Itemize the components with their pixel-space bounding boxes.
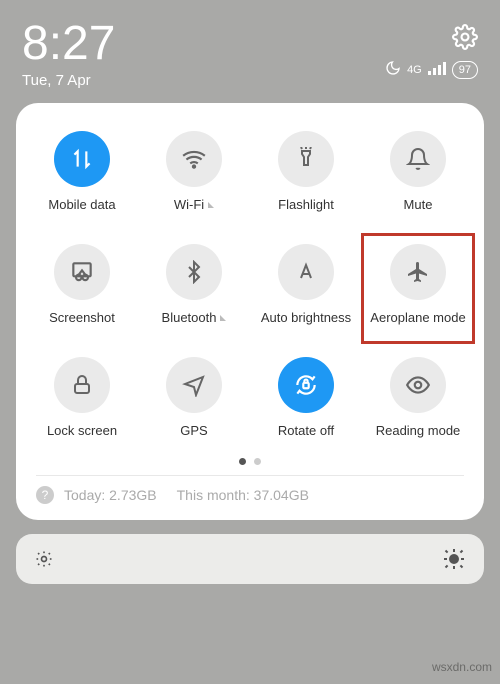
- tile-aeroplane-mode[interactable]: Aeroplane mode: [362, 234, 474, 343]
- airplane-icon: [390, 244, 446, 300]
- clock-block: 8:27 Tue, 7 Apr: [22, 20, 115, 89]
- brightness-low-icon: [34, 549, 54, 569]
- tile-gps[interactable]: GPS: [138, 347, 250, 456]
- usage-today: Today: 2.73GB: [64, 487, 157, 503]
- tile-mute[interactable]: Mute: [362, 121, 474, 230]
- tile-reading-mode[interactable]: Reading mode: [362, 347, 474, 456]
- expand-indicator-icon: [208, 202, 214, 208]
- tile-label: Bluetooth: [162, 310, 227, 325]
- tile-auto-brightness[interactable]: Auto brightness: [250, 234, 362, 343]
- tile-label: Mobile data: [48, 197, 115, 212]
- tile-lock-screen[interactable]: Lock screen: [26, 347, 138, 456]
- settings-gear-icon[interactable]: [452, 24, 478, 50]
- tile-label: Reading mode: [376, 423, 461, 438]
- bell-icon: [390, 131, 446, 187]
- tile-label: Auto brightness: [261, 310, 351, 325]
- info-help-icon: ?: [36, 486, 54, 504]
- status-bar: 8:27 Tue, 7 Apr 4G 97: [0, 0, 500, 97]
- battery-indicator: 97: [452, 61, 478, 79]
- status-icons: 4G 97: [385, 60, 478, 79]
- location-arrow-icon: [166, 357, 222, 413]
- expand-indicator-icon: [220, 315, 226, 321]
- brightness-slider[interactable]: [16, 534, 484, 584]
- eye-icon: [390, 357, 446, 413]
- quick-settings-grid: Mobile data Wi-Fi Flashlight Mute Screen: [26, 121, 474, 456]
- tile-mobile-data[interactable]: Mobile data: [26, 121, 138, 230]
- page-dot: [239, 458, 246, 465]
- clock-date: Tue, 7 Apr: [22, 72, 115, 89]
- rotation-lock-icon: [278, 357, 334, 413]
- bluetooth-icon: [166, 244, 222, 300]
- brightness-high-icon: [442, 547, 466, 571]
- tile-label: Flashlight: [278, 197, 334, 212]
- tile-label: Rotate off: [278, 423, 334, 438]
- quick-settings-panel: Mobile data Wi-Fi Flashlight Mute Screen: [16, 103, 484, 520]
- screenshot-icon: [54, 244, 110, 300]
- tile-label: Wi-Fi: [174, 197, 214, 212]
- tile-label: Aeroplane mode: [370, 310, 465, 325]
- tile-label: Mute: [404, 197, 433, 212]
- lock-icon: [54, 357, 110, 413]
- page-indicator: [26, 456, 474, 475]
- tile-screenshot[interactable]: Screenshot: [26, 234, 138, 343]
- tile-wifi[interactable]: Wi-Fi: [138, 121, 250, 230]
- page-dot: [254, 458, 261, 465]
- flashlight-icon: [278, 131, 334, 187]
- tile-label: Lock screen: [47, 423, 117, 438]
- mobile-data-icon: [54, 131, 110, 187]
- tile-label: Screenshot: [49, 310, 115, 325]
- tile-rotate-off[interactable]: Rotate off: [250, 347, 362, 456]
- dnd-moon-icon: [385, 60, 401, 79]
- signal-bars-icon: [428, 61, 446, 78]
- tile-label: GPS: [180, 423, 207, 438]
- data-usage-row[interactable]: ? Today: 2.73GB This month: 37.04GB: [26, 486, 474, 510]
- watermark: wsxdn.com: [432, 660, 492, 674]
- clock-time: 8:27: [22, 20, 115, 68]
- usage-month: This month: 37.04GB: [177, 487, 309, 503]
- network-type-badge: 4G: [407, 64, 422, 76]
- wifi-icon: [166, 131, 222, 187]
- auto-brightness-icon: [278, 244, 334, 300]
- divider: [36, 475, 464, 476]
- tile-bluetooth[interactable]: Bluetooth: [138, 234, 250, 343]
- tile-flashlight[interactable]: Flashlight: [250, 121, 362, 230]
